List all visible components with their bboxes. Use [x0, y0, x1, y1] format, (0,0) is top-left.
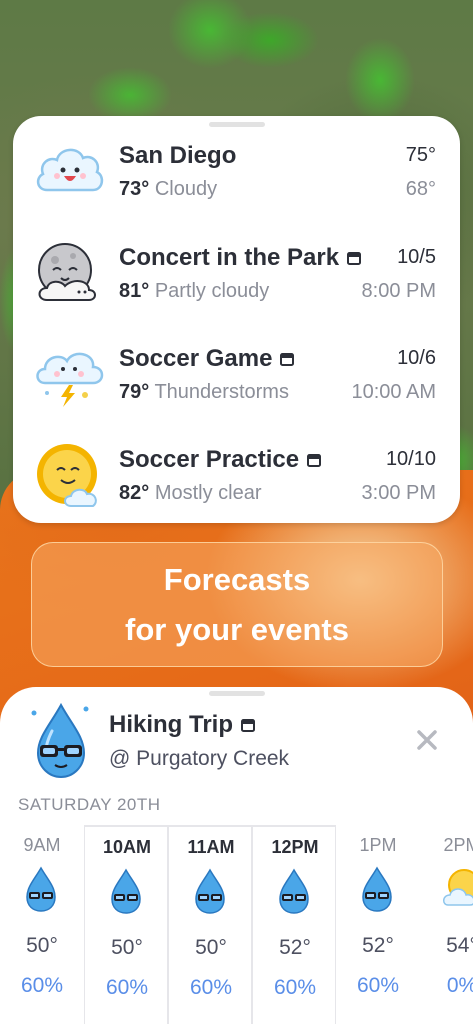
hour-precip: 0%: [446, 974, 473, 997]
hour-time: 12PM: [271, 837, 319, 857]
detail-location: @ Purgatory Creek: [109, 747, 290, 770]
raindrop-glasses-icon: [279, 868, 309, 914]
calendar-icon: [347, 252, 362, 265]
event-weather: 81° Partly cloudy: [119, 280, 270, 302]
sheet-grabber[interactable]: [208, 691, 265, 696]
hour-precip: 60%: [273, 976, 317, 999]
event-weather: 82° Mostly clear: [119, 482, 262, 504]
event-title: Concert in the Park: [119, 244, 362, 272]
event-title: Soccer Practice: [119, 446, 322, 474]
promo-line-2: for your events: [125, 612, 349, 647]
event-row-soccer-practice[interactable]: Soccer Practice 82° Mostly clear 10/10 3…: [13, 424, 460, 524]
promo-line-1: Forecasts: [163, 562, 311, 597]
event-date: 10/6: [397, 347, 436, 369]
hour-temp: 50°: [195, 936, 227, 959]
sun-cloud-icon: [37, 444, 97, 507]
hour-precip: 60%: [20, 974, 64, 997]
sun-cloud-icon: [443, 869, 473, 906]
raindrop-glasses-icon: [31, 702, 89, 779]
hour-column[interactable]: 9AM 50° 60%: [0, 825, 84, 1024]
close-icon[interactable]: [414, 727, 440, 753]
detail-title: Hiking Trip: [109, 711, 256, 739]
moon-cloud-icon: [38, 243, 96, 301]
hour-column[interactable]: 1PM 52° 60%: [336, 825, 420, 1024]
event-high-temp: 75°: [405, 144, 436, 166]
hour-precip: 60%: [356, 974, 400, 997]
hour-time: 11AM: [187, 837, 235, 857]
event-title: Soccer Game: [119, 345, 295, 373]
hour-column[interactable]: 2PM 54° 0%: [420, 825, 473, 1024]
raindrop-glasses-icon: [111, 868, 141, 914]
hour-temp: 52°: [279, 936, 311, 959]
hour-temp: 54°: [446, 934, 473, 957]
event-title: San Diego: [119, 142, 237, 169]
hour-time: 9AM: [23, 835, 61, 855]
hourly-forecast[interactable]: 9AM 50° 60% 10AM 50° 60% 11AM 50° 60% 12…: [0, 825, 473, 1024]
calendar-icon: [280, 353, 295, 366]
hour-time: 2PM: [443, 835, 473, 855]
event-date: 10/10: [385, 448, 436, 470]
hour-time: 10AM: [102, 837, 151, 857]
hour-time: 1PM: [359, 835, 397, 855]
happy-cloud-icon: [36, 148, 104, 192]
hour-precip: 60%: [105, 976, 149, 999]
event-row-soccer-game[interactable]: Soccer Game 79° Thunderstorms 10/6 10:00…: [13, 323, 460, 423]
raindrop-glasses-icon: [26, 866, 56, 912]
hour-temp: 50°: [26, 934, 58, 957]
storm-cloud-icon: [36, 352, 104, 407]
event-time: 8:00 PM: [361, 280, 436, 302]
event-low-temp: 68°: [405, 178, 436, 200]
hour-temp: 52°: [362, 934, 394, 957]
event-detail-sheet: Hiking Trip @ Purgatory Creek SATURDAY 2…: [0, 687, 473, 1024]
hour-column-selected[interactable]: 10AM 50° 60%: [84, 825, 168, 1024]
event-weather: 73° Cloudy: [119, 178, 218, 200]
raindrop-glasses-icon: [195, 868, 225, 914]
hour-temp: 50°: [111, 936, 143, 959]
hour-precip: 60%: [189, 976, 233, 999]
event-row-concert[interactable]: Concert in the Park 81° Partly cloudy 10…: [13, 222, 460, 322]
raindrop-glasses-icon: [362, 866, 392, 912]
event-row-san-diego[interactable]: San Diego 73° Cloudy 75° 68°: [13, 120, 460, 220]
events-card: San Diego 73° Cloudy 75° 68° Concert in …: [13, 116, 460, 523]
event-weather: 79° Thunderstorms: [119, 381, 289, 403]
calendar-icon: [241, 719, 256, 732]
event-date: 10/5: [397, 246, 436, 268]
event-time: 10:00 AM: [351, 381, 436, 403]
date-label: SATURDAY 20TH: [18, 795, 161, 814]
promo-banner: Forecasts for your events: [31, 542, 443, 667]
event-time: 3:00 PM: [361, 482, 436, 504]
calendar-icon: [307, 454, 322, 467]
hour-column-selected[interactable]: 11AM 50° 60%: [168, 825, 252, 1024]
hour-column-selected[interactable]: 12PM 52° 60%: [252, 825, 336, 1024]
